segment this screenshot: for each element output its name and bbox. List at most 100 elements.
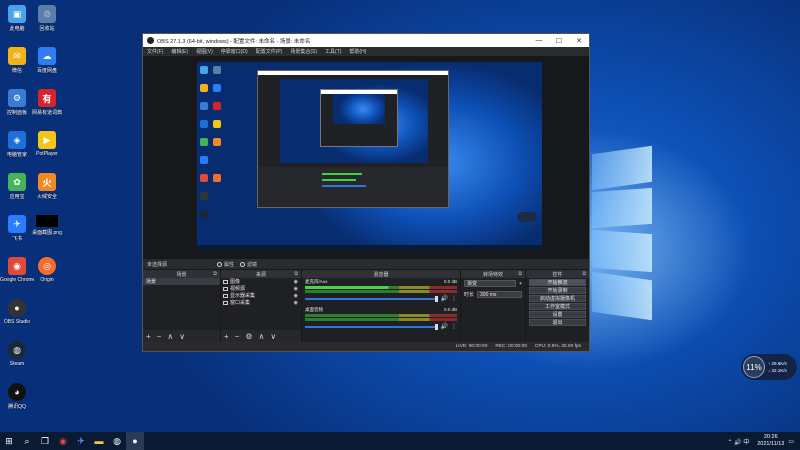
task-view-icon[interactable]: ❐ [36,432,54,450]
menubar: 文件(F) 编辑(E) 视图(V) 停靠窗口(D) 配置文件(P) 场景集合(S… [143,47,589,56]
tray-icons[interactable]: ⌃ 🔊 中 [727,437,749,446]
volume-fader[interactable] [305,295,438,302]
menu-scene-collection[interactable]: 场景集合(S) [290,48,317,55]
scenes-toolbar: + − ∧ ∨ [143,330,220,342]
duration-input[interactable]: 300 ms [477,291,522,298]
camera-icon [223,286,228,291]
desktop-icon-wechat[interactable]: ✉ 微信 [0,47,34,74]
source-item[interactable]: 窗口采集 ◉ [221,299,301,306]
source-item[interactable]: 显示器采集 ◉ [221,292,301,299]
gear-icon[interactable]: ⚙ [245,332,252,341]
desktop-icon-label: 桌面截图.png [32,230,62,236]
start-virtual-camera-button[interactable]: 启动虚拟摄像机 [529,295,586,302]
dock-float-icon[interactable]: ⧉ [213,271,217,277]
eye-icon[interactable]: ◉ [294,286,298,292]
eye-icon[interactable]: ◉ [294,300,298,306]
source-item[interactable]: 图像 ◉ [221,278,301,285]
move-down-icon[interactable]: ∨ [179,332,185,341]
add-icon[interactable]: + [224,332,229,341]
menu-help[interactable]: 帮助(H) [349,48,366,55]
minimize-button[interactable]: — [529,37,549,45]
menu-file[interactable]: 文件(F) [147,48,163,55]
gear-icon[interactable]: ⋮ [451,323,457,330]
mixer-channel-mic: 麦克风/Aux 0.0 dB 🔊 ⋮ [302,278,460,303]
desktop-icon-feishu[interactable]: ✈ 飞书 [0,215,34,242]
properties-button[interactable]: 属性 [217,261,234,268]
close-button[interactable]: ✕ [569,37,589,45]
desktop-icon-pc-manager[interactable]: ◈ 电脑管家 [0,131,34,158]
eye-icon[interactable]: ◉ [294,279,298,285]
origin-icon: ◎ [38,257,56,275]
desktop-icon-chrome[interactable]: ◉ Google Chrome [0,257,34,283]
clock[interactable]: 20:26 2021/11/13 [757,434,784,448]
desktop-icon-potplayer[interactable]: ▶ PotPlayer [30,131,64,157]
add-icon[interactable]: + [146,332,151,341]
menu-edit[interactable]: 编辑(E) [171,48,188,55]
speaker-icon[interactable]: 🔊 [441,323,448,330]
filters-label: 滤镜 [247,261,258,268]
menu-view[interactable]: 视图(V) [196,48,213,55]
menu-profile[interactable]: 配置文件(P) [256,48,283,55]
desktop-icon-origin[interactable]: ◎ Origin [30,257,64,283]
rec-status: REC: 00:00:00 [495,344,527,349]
dock-float-icon[interactable]: ⧉ [582,271,586,277]
remove-icon[interactable]: − [235,332,240,341]
menu-docks[interactable]: 停靠窗口(D) [221,48,248,55]
exit-button[interactable]: 退出 [529,319,586,326]
start-streaming-button[interactable]: 开始推流 [529,279,586,286]
sources-dock: 来源 ⧉ 图像 ◉ 视频源 ◉ 显示器采集 ◉ 窗口采集 ◉ + − ⚙ ∧ ∨ [221,270,301,342]
desktop-icon-label: 火绒安全 [36,194,57,200]
desktop-icon-youdao[interactable]: 有 网易有道词典 [30,89,64,116]
desktop-icon-control-panel[interactable]: ⚙ 控制面板 [0,89,34,116]
wallpaper-beam [592,271,652,321]
start-button[interactable]: ⊞ [0,432,18,450]
obs-titlebar[interactable]: OBS 27.1.3 (64-bit, windows) - 配置文件: 未命名… [143,34,589,47]
desktop-icon-recycle-bin[interactable]: ♲ 回收站 [30,5,64,32]
network-speed-widget[interactable]: 11% ↑ 29.6K/s ↓ 32.1K/s [741,354,797,380]
start-recording-button[interactable]: 开始录制 [529,287,586,294]
folder-taskbar-icon[interactable]: ▬ [90,432,108,450]
studio-mode-button[interactable]: 工作室模式 [529,303,586,310]
desktop-icon-obs[interactable]: ● OBS Studio [0,299,34,325]
sources-title: 来源 [255,271,266,278]
desktop-icon-baidu-netdisk[interactable]: ☁ 百度网盘 [30,47,64,74]
move-down-icon[interactable]: ∨ [270,332,276,341]
transitions-dock: 转场特效 ⧉ 渐变 + 时长 300 ms [461,270,525,342]
feishu-taskbar-icon[interactable]: ✈ [72,432,90,450]
move-up-icon[interactable]: ∧ [259,332,265,341]
add-icon[interactable]: + [519,281,522,287]
steam-taskbar-icon[interactable]: ◍ [108,432,126,450]
chrome-taskbar-icon[interactable]: ◉ [54,432,72,450]
speaker-icon[interactable]: 🔊 [441,295,448,302]
source-item[interactable]: 视频源 ◉ [221,285,301,292]
obs-taskbar-icon[interactable]: ● [126,432,144,450]
remove-icon[interactable]: − [157,332,162,341]
desktop-icon-steam[interactable]: ◍ Steam [0,341,34,367]
source-toolbar: 未选择源 属性 滤镜 [143,259,589,269]
qq-icon: ◕ [8,383,26,401]
gear-icon[interactable]: ⋮ [451,295,457,302]
desktop-icon-app-store[interactable]: ✿ 应用宝 [0,173,34,200]
move-up-icon[interactable]: ∧ [167,332,173,341]
desktop-icon-huorong[interactable]: 火 火绒安全 [30,173,64,200]
desktop-icon-screenshot-file[interactable]: 桌面截图.png [30,215,64,236]
search-icon[interactable]: ⌕ [18,432,36,450]
desktop-icon-computer[interactable]: ▣ 此电脑 [0,5,34,32]
desktop-icon-label: 此电脑 [9,26,25,32]
transition-select[interactable]: 渐变 [464,280,517,287]
desktop-icon-qq[interactable]: ◕ 腾讯QQ [0,383,34,410]
preview-canvas[interactable] [197,62,542,251]
settings-button[interactable]: 设置 [529,311,586,318]
volume-fader[interactable] [305,323,438,330]
eye-icon[interactable]: ◉ [294,293,298,299]
sources-dock-title: 来源 ⧉ [221,270,301,278]
maximize-button[interactable]: ☐ [549,37,569,45]
menu-tools[interactable]: 工具(T) [325,48,341,55]
dock-float-icon[interactable]: ⧉ [518,271,522,277]
dock-float-icon[interactable]: ⧉ [294,271,298,277]
filters-button[interactable]: 滤镜 [240,261,257,268]
controls-dock: 控件 ⧉ 开始推流 开始录制 启动虚拟摄像机 工作室模式 设置 退出 [526,270,589,342]
notification-icon[interactable]: ▭ [788,438,794,445]
scene-item[interactable]: 场景 [143,278,220,285]
preview-desktop-icon [200,102,208,110]
